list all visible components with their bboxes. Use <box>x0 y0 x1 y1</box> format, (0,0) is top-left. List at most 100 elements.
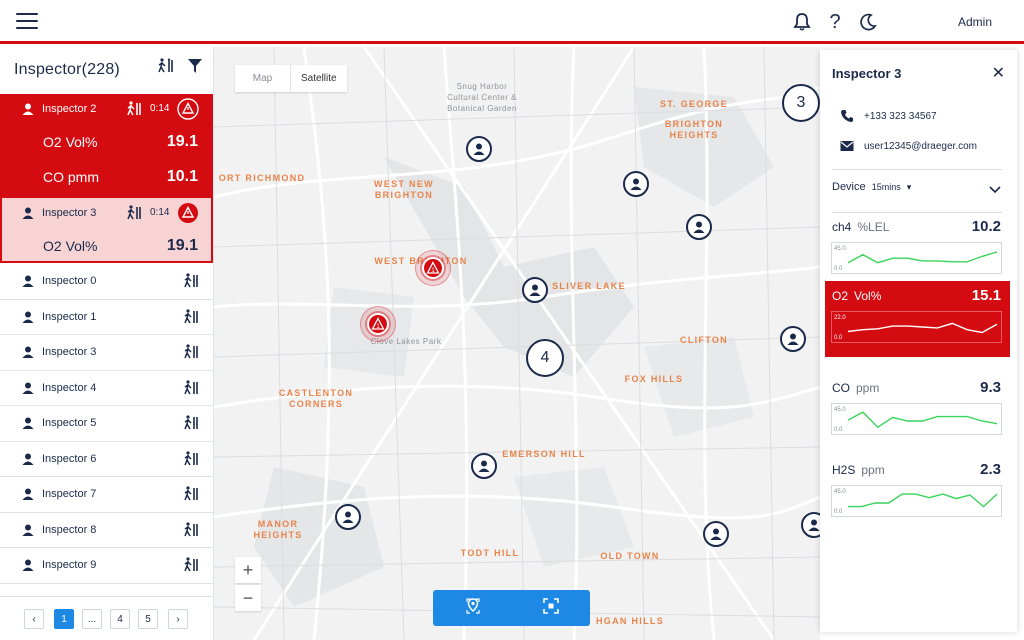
inspector-map-pin[interactable] <box>801 512 820 538</box>
prev-page-button[interactable]: ‹ <box>24 609 44 629</box>
place-label: SLIVER LAKE <box>552 281 626 291</box>
inspector-list-item[interactable]: Inspector 5 <box>0 406 213 442</box>
elapsed-time: 0:14 <box>150 207 170 218</box>
alarm-icon <box>177 98 199 123</box>
measurement-value: 19.1 <box>166 132 198 150</box>
locate-pin-icon[interactable] <box>463 596 483 621</box>
sensor-value: 15.1 <box>971 287 1001 304</box>
user-icon <box>630 178 642 190</box>
zoom-in-button[interactable]: + <box>235 557 261 583</box>
sensor-name: O2 <box>832 289 849 303</box>
inspector-map-pin[interactable] <box>466 136 492 162</box>
alarm-map-pin[interactable]: 1 <box>360 306 396 342</box>
walk-sort-icon[interactable] <box>157 57 175 80</box>
zoom-out-button[interactable]: − <box>235 585 261 611</box>
walking-icon <box>126 205 143 224</box>
bell-icon[interactable] <box>790 10 814 34</box>
sparkline-line <box>847 411 998 429</box>
card-header: Inspector 2 0:14 <box>0 94 213 124</box>
moon-icon[interactable] <box>856 10 880 34</box>
inspector-list-item[interactable]: Inspector 0 <box>0 264 213 300</box>
inspector-map-pin[interactable] <box>335 504 361 530</box>
map-view[interactable]: Map Satellite Snug Harbor Cultural Cente… <box>214 47 820 640</box>
satellite-tab[interactable]: Satellite <box>291 65 347 92</box>
inspector-sidebar: Inspector(228) Inspector 2 0:14 O2 Vol% … <box>0 47 214 640</box>
inspector-list-item[interactable]: Inspector 7 <box>0 477 213 513</box>
map-cluster[interactable]: 4 <box>526 339 564 377</box>
close-icon[interactable]: ✕ <box>992 63 1005 83</box>
user-icon <box>478 460 490 472</box>
user-icon <box>22 103 34 115</box>
measurement-label: O2 Vol% <box>43 237 98 254</box>
walking-icon <box>183 486 200 505</box>
caret-down-icon: ▾ <box>906 182 912 192</box>
place-label: HGAN HILLS <box>596 616 664 626</box>
sparkline-ymin: 0.0 <box>834 266 843 272</box>
sparkline-line <box>848 493 998 508</box>
chevron-down-icon[interactable] <box>989 181 1001 199</box>
inspector-list-item[interactable]: Inspector 8 <box>0 513 213 548</box>
help-icon[interactable]: ? <box>823 10 847 34</box>
phone-icon <box>841 110 853 122</box>
page-ellipsis[interactable]: ... <box>82 609 102 629</box>
map-type-toggle: Map Satellite <box>235 65 347 92</box>
inspector-name: Inspector 4 <box>42 381 97 394</box>
inspector-map-pin[interactable] <box>623 171 649 197</box>
menu-icon[interactable] <box>16 13 38 29</box>
sparkline-ymax: 45.0 <box>834 407 846 413</box>
alarm-map-pin[interactable]: 1 <box>415 250 451 286</box>
sensor-unit: ppm <box>856 381 880 395</box>
next-page-button[interactable]: › <box>168 609 188 629</box>
walking-icon <box>183 273 200 292</box>
sparkline-ymin: 0.0 <box>834 509 843 515</box>
inspector-list-item[interactable]: Inspector 4 <box>0 371 213 406</box>
place-label: ORT RICHMOND <box>218 173 306 183</box>
walking-icon <box>183 379 200 399</box>
inspector-list-item[interactable]: Inspector 6 <box>0 442 213 477</box>
fit-screen-icon[interactable] <box>542 597 560 620</box>
inspector-name: Inspector 7 <box>42 488 97 501</box>
user-icon <box>342 511 354 523</box>
sensor-sparkline: 22.0 0.0 <box>831 311 1002 343</box>
inspector-name: Inspector 8 <box>42 523 97 536</box>
divider <box>832 212 1002 213</box>
walking-icon <box>183 344 200 363</box>
inspector-map-pin[interactable] <box>471 453 497 479</box>
place-label: BRIGHTON HEIGHTS <box>664 119 724 140</box>
inspector-name: Inspector 2 <box>42 103 97 115</box>
phone-number[interactable]: +133 323 34567 <box>864 111 937 122</box>
inspector-card-alarm[interactable]: Inspector 2 0:14 O2 Vol% 19.1 CO pmm 10.… <box>0 94 213 196</box>
inspector-list-item[interactable]: Inspector 1 <box>0 300 213 335</box>
inspector-name: Inspector 6 <box>42 452 97 465</box>
email-address[interactable]: user12345@draeger.com <box>864 141 977 152</box>
sparkline-line <box>847 251 998 264</box>
inspector-map-pin[interactable] <box>780 326 806 352</box>
measurement-row: O2 Vol% 19.1 <box>2 228 211 263</box>
filter-icon[interactable] <box>187 57 203 80</box>
map-cluster[interactable]: 3 <box>782 84 820 122</box>
top-bar: ? Admin <box>0 0 1024 44</box>
page-button[interactable]: 4 <box>110 609 130 629</box>
inspector-map-pin[interactable] <box>686 214 712 240</box>
map-tab[interactable]: Map <box>235 65 291 92</box>
sensor-label: H2S ppm <box>832 463 885 477</box>
user-icon <box>22 524 34 536</box>
user-icon <box>22 559 34 572</box>
inspector-map-pin[interactable] <box>703 521 729 547</box>
sparkline-ymax: 45.0 <box>834 489 846 495</box>
page-button[interactable]: 1 <box>54 609 74 629</box>
sensor-name: CO <box>832 381 850 395</box>
measurement-value: 19.1 <box>166 236 198 254</box>
page-button[interactable]: 5 <box>138 609 158 629</box>
inspector-list-item[interactable]: Inspector 3 <box>0 335 213 371</box>
inspector-card-selected[interactable]: Inspector 3 0:14 O2 Vol% 19.1 <box>0 196 213 263</box>
inspector-map-pin[interactable] <box>522 277 548 303</box>
inspector-name: Inspector 3 <box>42 346 97 359</box>
inspector-name: Inspector 3 <box>42 207 97 219</box>
sidebar-header: Inspector(228) <box>0 47 213 93</box>
sensor-o2[interactable]: O2 Vol% 15.1 22.0 0.0 <box>825 281 1010 357</box>
inspector-list-item[interactable]: Inspector 9 <box>0 548 213 584</box>
device-selector[interactable]: Device 15mins ▾ <box>832 181 911 193</box>
inspector-name: Inspector 1 <box>42 310 97 323</box>
user-name[interactable]: Admin <box>958 15 992 29</box>
